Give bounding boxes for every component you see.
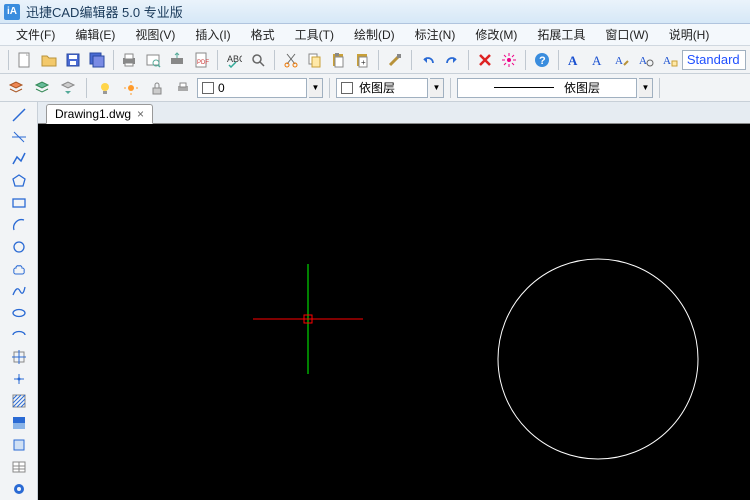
menu-help[interactable]: 说明(H) (661, 24, 718, 45)
export-pdf-button[interactable]: PDF (190, 49, 212, 71)
spline-tool[interactable] (8, 281, 30, 301)
linetype-label: 依图层 (564, 79, 600, 96)
gradient-tool[interactable] (8, 413, 30, 433)
circle-tool[interactable] (8, 237, 30, 257)
matchprop-button[interactable] (384, 49, 406, 71)
text-edit-button[interactable]: A (611, 49, 633, 71)
menu-insert[interactable]: 插入(I) (187, 24, 238, 45)
menu-file[interactable]: 文件(F) (8, 24, 63, 45)
menu-format[interactable]: 格式 (243, 24, 283, 45)
donut-tool[interactable] (8, 479, 30, 499)
cut-button[interactable] (280, 49, 302, 71)
bulb-on-icon[interactable] (94, 77, 116, 99)
document-tab[interactable]: Drawing1.dwg × (46, 104, 153, 124)
menu-dimension[interactable]: 标注(N) (407, 24, 464, 45)
tab-close-icon[interactable]: × (137, 107, 144, 121)
svg-text:A: A (592, 53, 602, 68)
text-style-button[interactable]: A (659, 49, 681, 71)
ellipse-tool[interactable] (8, 303, 30, 323)
linetype-preview (494, 87, 554, 88)
draw-toolbar (0, 102, 38, 500)
revcloud-tool[interactable] (8, 259, 30, 279)
color-swatch (341, 82, 353, 94)
save-button[interactable] (62, 49, 84, 71)
properties-toolbar: 0 ▼ 依图层 ▼ 依图层 ▼ (0, 74, 750, 102)
svg-text:A: A (568, 53, 578, 68)
layer-color-swatch (202, 82, 214, 94)
explode-button[interactable] (498, 49, 520, 71)
app-icon: iA (4, 4, 20, 20)
spellcheck-button[interactable]: ABC (223, 49, 245, 71)
delete-button[interactable] (474, 49, 496, 71)
svg-text:A: A (615, 55, 623, 67)
menu-modify[interactable]: 修改(M) (467, 24, 525, 45)
layer-dropdown-button[interactable]: ▼ (309, 78, 323, 98)
line-tool[interactable] (8, 105, 30, 125)
ellipse-arc-tool[interactable] (8, 325, 30, 345)
publish-button[interactable] (166, 49, 188, 71)
layer-name: 0 (218, 81, 225, 95)
standard-toolbar: PDF ABC + ? A A A A A (0, 46, 750, 74)
redo-button[interactable] (441, 49, 463, 71)
hatch-tool[interactable] (8, 391, 30, 411)
menu-edit[interactable]: 编辑(E) (67, 24, 123, 45)
point-tool[interactable] (8, 369, 30, 389)
svg-text:?: ? (539, 55, 546, 67)
menu-view[interactable]: 视图(V) (127, 24, 183, 45)
help-button[interactable]: ? (531, 49, 553, 71)
insert-block-tool[interactable] (8, 347, 30, 367)
svg-text:+: + (361, 58, 366, 67)
arc-tool[interactable] (8, 215, 30, 235)
text-style-input[interactable] (682, 50, 746, 70)
new-button[interactable] (14, 49, 36, 71)
layer-selector[interactable]: 0 (197, 78, 307, 98)
find-button[interactable] (247, 49, 269, 71)
copy-button[interactable] (304, 49, 326, 71)
titlebar: iA 迅捷CAD编辑器 5.0 专业版 (0, 0, 750, 24)
app-title: 迅捷CAD编辑器 5.0 专业版 (26, 2, 183, 21)
table-tool[interactable] (8, 457, 30, 477)
menu-tools[interactable]: 工具(T) (287, 24, 342, 45)
document-tabbar: Drawing1.dwg × (38, 102, 750, 124)
menu-extend[interactable]: 拓展工具 (529, 24, 593, 45)
rectangle-tool[interactable] (8, 193, 30, 213)
linetype-dropdown-button[interactable]: ▼ (639, 78, 653, 98)
color-label: 依图层 (359, 79, 395, 96)
undo-button[interactable] (417, 49, 439, 71)
saveall-button[interactable] (86, 49, 108, 71)
layer-previous-button[interactable] (57, 77, 79, 99)
linetype-selector[interactable]: 依图层 (457, 78, 637, 98)
menubar: 文件(F) 编辑(E) 视图(V) 插入(I) 格式 工具(T) 绘制(D) 标… (0, 24, 750, 46)
canvas-svg (38, 124, 750, 500)
text-style-a1[interactable]: A (564, 49, 586, 71)
menu-draw[interactable]: 绘制(D) (346, 24, 403, 45)
svg-text:PDF: PDF (197, 60, 209, 66)
text-style-a2[interactable]: A (587, 49, 609, 71)
layer-manager-button[interactable] (5, 77, 27, 99)
open-button[interactable] (38, 49, 60, 71)
construction-line-tool[interactable] (8, 127, 30, 147)
color-selector[interactable]: 依图层 (336, 78, 428, 98)
drawing-canvas[interactable] (38, 124, 750, 500)
paste-button[interactable] (328, 49, 350, 71)
paste-special-button[interactable]: + (351, 49, 373, 71)
region-tool[interactable] (8, 435, 30, 455)
svg-text:A: A (639, 55, 647, 67)
plot-icon[interactable] (172, 77, 194, 99)
layer-states-button[interactable] (31, 77, 53, 99)
lock-icon[interactable] (146, 77, 168, 99)
polygon-tool[interactable] (8, 171, 30, 191)
print-preview-button[interactable] (142, 49, 164, 71)
sun-icon[interactable] (120, 77, 142, 99)
tab-label: Drawing1.dwg (55, 107, 131, 121)
svg-text:A: A (663, 55, 671, 67)
print-button[interactable] (119, 49, 141, 71)
color-dropdown-button[interactable]: ▼ (430, 78, 444, 98)
circle-entity (498, 259, 698, 459)
menu-window[interactable]: 窗口(W) (597, 24, 656, 45)
polyline-tool[interactable] (8, 149, 30, 169)
text-find-button[interactable]: A (635, 49, 657, 71)
